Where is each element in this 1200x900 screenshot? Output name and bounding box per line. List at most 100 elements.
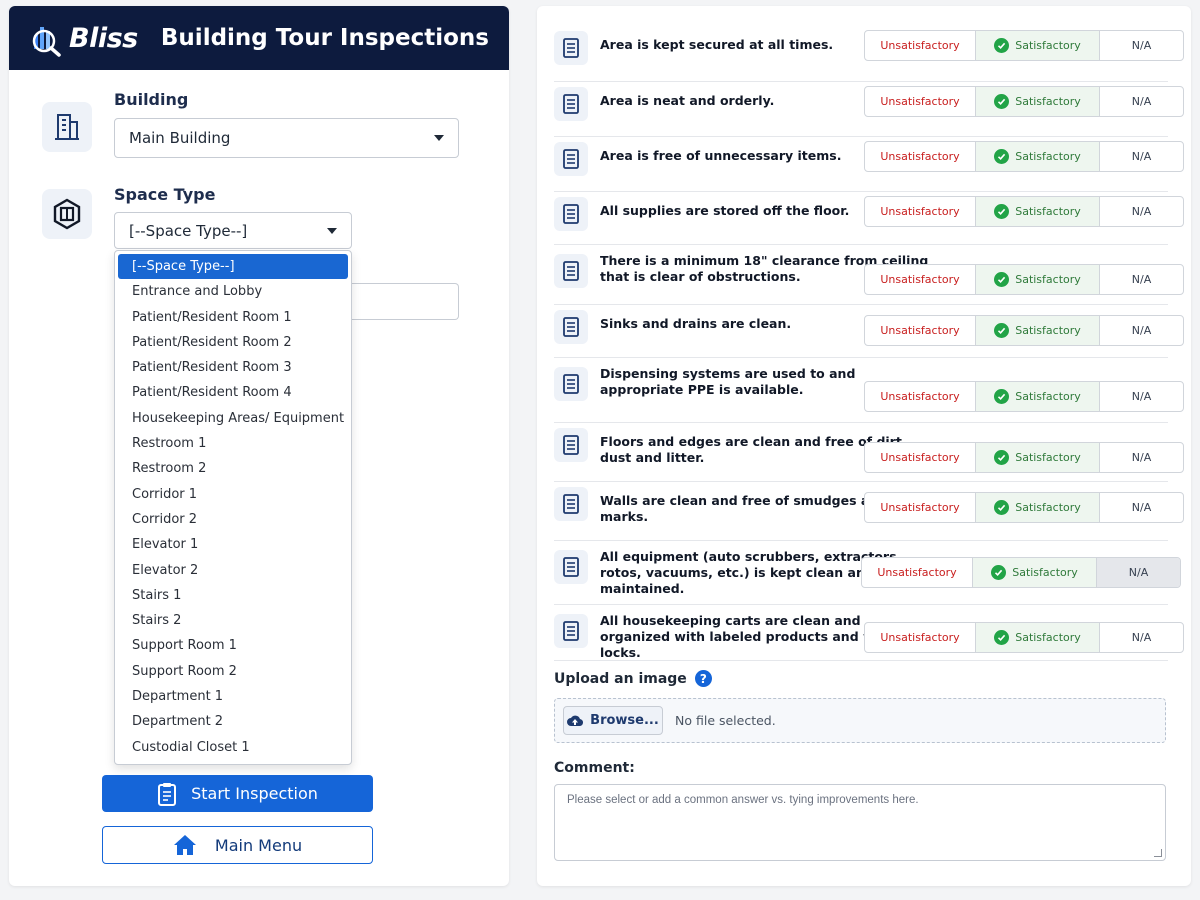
- na-option[interactable]: N/A: [1100, 316, 1183, 345]
- unsatisfactory-option[interactable]: Unsatisfactory: [865, 623, 976, 652]
- rating-toggle[interactable]: Unsatisfactory Satisfactory N/A: [864, 381, 1184, 412]
- satisfactory-option[interactable]: Satisfactory: [976, 87, 1100, 116]
- app-header: Bliss Building Tour Inspections: [9, 6, 509, 70]
- dropdown-option[interactable]: Stairs 2: [118, 608, 348, 633]
- dropdown-option[interactable]: Corridor 1: [118, 482, 348, 507]
- rating-toggle[interactable]: Unsatisfactory Satisfactory N/A: [864, 315, 1184, 346]
- rating-toggle[interactable]: Unsatisfactory Satisfactory N/A: [864, 196, 1184, 227]
- dropdown-option[interactable]: Patient/Resident Room 1: [118, 305, 348, 330]
- unsatisfactory-option[interactable]: Unsatisfactory: [865, 316, 976, 345]
- na-option[interactable]: N/A: [1100, 443, 1183, 472]
- document-icon: [554, 87, 588, 121]
- na-option[interactable]: N/A: [1097, 558, 1180, 587]
- check-circle-icon: [994, 323, 1010, 338]
- main-menu-button[interactable]: Main Menu: [102, 826, 373, 864]
- satisfactory-label: Satisfactory: [1015, 273, 1081, 286]
- na-option[interactable]: N/A: [1100, 493, 1183, 522]
- check-circle-icon: [991, 565, 1007, 580]
- dropdown-option[interactable]: Stairs 1: [118, 583, 348, 608]
- browse-button[interactable]: Browse...: [563, 706, 663, 735]
- rating-toggle[interactable]: Unsatisfactory Satisfactory N/A: [864, 442, 1184, 473]
- satisfactory-option[interactable]: Satisfactory: [976, 443, 1100, 472]
- dropdown-option[interactable]: [--Space Type--]: [118, 254, 348, 280]
- dropdown-option[interactable]: Patient/Resident Room 3: [118, 355, 348, 380]
- unsatisfactory-option[interactable]: Unsatisfactory: [865, 142, 976, 171]
- building-select[interactable]: Main Building: [114, 118, 459, 158]
- logo-text: Bliss: [69, 22, 138, 54]
- unsatisfactory-option[interactable]: Unsatisfactory: [865, 493, 976, 522]
- unsatisfactory-option[interactable]: Unsatisfactory: [865, 31, 976, 60]
- satisfactory-option[interactable]: Satisfactory: [976, 142, 1100, 171]
- satisfactory-label: Satisfactory: [1015, 39, 1081, 52]
- na-option[interactable]: N/A: [1100, 382, 1183, 411]
- rating-toggle[interactable]: Unsatisfactory Satisfactory N/A: [861, 557, 1181, 588]
- dropdown-option[interactable]: Patient/Resident Room 4: [118, 380, 348, 405]
- na-option[interactable]: N/A: [1100, 623, 1183, 652]
- obscured-field[interactable]: [340, 283, 459, 320]
- resize-handle[interactable]: [1154, 849, 1162, 857]
- comment-placeholder: Please select or add a common answer vs.…: [567, 794, 919, 806]
- rating-toggle[interactable]: Unsatisfactory Satisfactory N/A: [864, 492, 1184, 523]
- satisfactory-option[interactable]: Satisfactory: [976, 623, 1100, 652]
- chevron-down-icon: [434, 135, 444, 141]
- unsatisfactory-option[interactable]: Unsatisfactory: [865, 265, 976, 294]
- unsatisfactory-option[interactable]: Unsatisfactory: [865, 87, 976, 116]
- rating-toggle[interactable]: Unsatisfactory Satisfactory N/A: [864, 86, 1184, 117]
- checklist-row: Floors and edges are clean and free of d…: [554, 423, 1184, 482]
- space-type-icon: [42, 189, 92, 239]
- unsatisfactory-option[interactable]: Unsatisfactory: [865, 197, 976, 226]
- building-select-value: Main Building: [129, 129, 231, 147]
- clipboard-icon: [158, 782, 177, 806]
- satisfactory-option[interactable]: Satisfactory: [973, 558, 1097, 587]
- rating-toggle[interactable]: Unsatisfactory Satisfactory N/A: [864, 30, 1184, 61]
- document-icon: [554, 310, 588, 344]
- checklist-row: Area is kept secured at all times. Unsati…: [554, 26, 1184, 82]
- dropdown-option[interactable]: Entrance and Lobby: [118, 279, 348, 304]
- start-inspection-button[interactable]: Start Inspection: [102, 775, 373, 812]
- na-option[interactable]: N/A: [1100, 142, 1183, 171]
- unsatisfactory-option[interactable]: Unsatisfactory: [862, 558, 973, 587]
- rating-toggle[interactable]: Unsatisfactory Satisfactory N/A: [864, 622, 1184, 653]
- na-option[interactable]: N/A: [1100, 87, 1183, 116]
- start-inspection-label: Start Inspection: [191, 784, 318, 803]
- space-type-dropdown[interactable]: [--Space Type--] Entrance and Lobby Patien…: [114, 250, 352, 765]
- rating-toggle[interactable]: Unsatisfactory Satisfactory N/A: [864, 264, 1184, 295]
- na-option[interactable]: N/A: [1100, 31, 1183, 60]
- satisfactory-label: Satisfactory: [1015, 390, 1081, 403]
- na-option[interactable]: N/A: [1100, 265, 1183, 294]
- comment-label: Comment:: [554, 760, 635, 776]
- upload-dropzone[interactable]: Browse... No file selected.: [554, 698, 1166, 743]
- dropdown-option[interactable]: Patient/Resident Room 2: [118, 330, 348, 355]
- dropdown-option[interactable]: Department 1: [118, 684, 348, 709]
- dropdown-option[interactable]: Elevator 1: [118, 532, 348, 557]
- satisfactory-option[interactable]: Satisfactory: [976, 493, 1100, 522]
- checklist-row: Walls are clean and free of smudges and …: [554, 482, 1184, 541]
- satisfactory-option[interactable]: Satisfactory: [976, 197, 1100, 226]
- unsatisfactory-option[interactable]: Unsatisfactory: [865, 443, 976, 472]
- satisfactory-option[interactable]: Satisfactory: [976, 382, 1100, 411]
- space-type-select[interactable]: [--Space Type--]: [114, 212, 352, 249]
- comment-textarea[interactable]: Please select or add a common answer vs.…: [554, 784, 1166, 861]
- dropdown-option[interactable]: Housekeeping Areas/ Equipment: [118, 406, 348, 431]
- cloud-upload-icon: [567, 715, 584, 726]
- satisfactory-option[interactable]: Satisfactory: [976, 265, 1100, 294]
- dropdown-option[interactable]: Restroom 2: [118, 456, 348, 481]
- na-option[interactable]: N/A: [1100, 197, 1183, 226]
- checklist-row: All supplies are stored off the floor. Un…: [554, 192, 1184, 245]
- dropdown-option[interactable]: Support Room 2: [118, 659, 348, 684]
- document-icon: [554, 367, 588, 401]
- check-circle-icon: [994, 149, 1010, 164]
- dropdown-option[interactable]: Support Room 1: [118, 633, 348, 658]
- dropdown-option[interactable]: Custodial Closet 1: [118, 735, 348, 760]
- dropdown-option[interactable]: Elevator 2: [118, 558, 348, 583]
- help-icon[interactable]: ?: [694, 670, 712, 687]
- checklist-row: Dispensing systems are used to and appro…: [554, 358, 1184, 423]
- dropdown-option[interactable]: Restroom 1: [118, 431, 348, 456]
- unsatisfactory-option[interactable]: Unsatisfactory: [865, 382, 976, 411]
- dropdown-option[interactable]: Corridor 2: [118, 507, 348, 532]
- rating-toggle[interactable]: Unsatisfactory Satisfactory N/A: [864, 141, 1184, 172]
- dropdown-option[interactable]: Department 2: [118, 709, 348, 734]
- check-circle-icon: [994, 389, 1010, 404]
- satisfactory-option[interactable]: Satisfactory: [976, 31, 1100, 60]
- satisfactory-option[interactable]: Satisfactory: [976, 316, 1100, 345]
